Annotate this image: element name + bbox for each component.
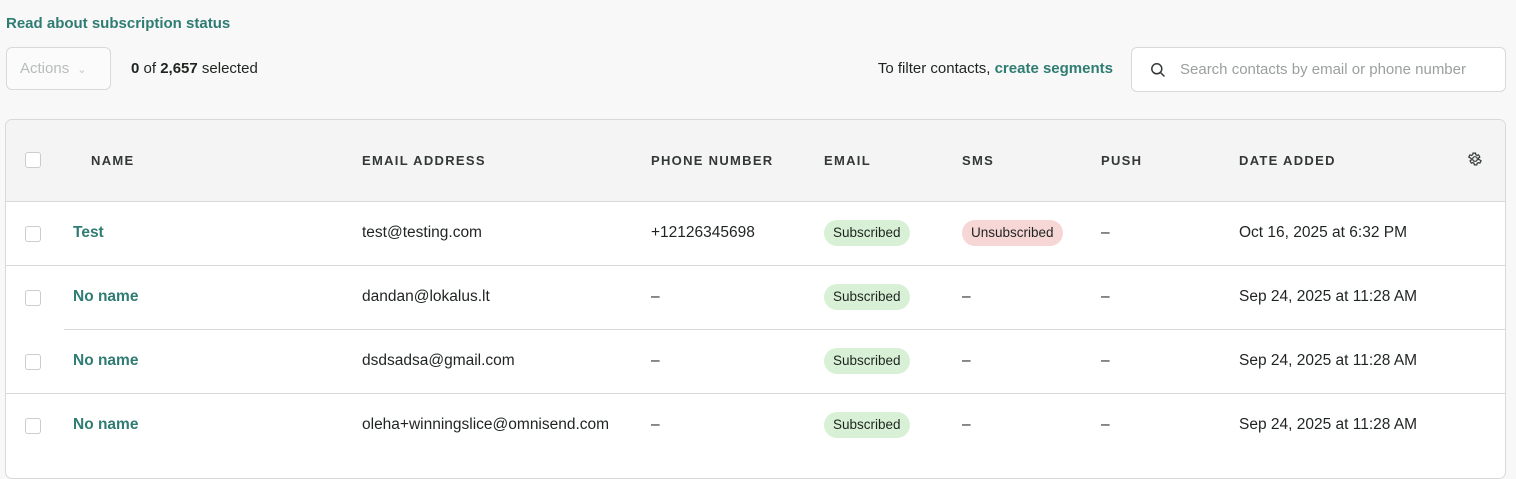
contact-name[interactable]: No name xyxy=(73,416,138,434)
contact-phone: – xyxy=(651,288,660,305)
column-header-sms[interactable]: SMS xyxy=(962,153,994,168)
search-input[interactable] xyxy=(1178,60,1502,79)
date-added: Sep 24, 2025 at 11:28 AM xyxy=(1239,288,1418,305)
contact-phone: – xyxy=(651,416,660,433)
email-status-badge: Subscribed xyxy=(824,220,910,246)
contact-email: dandan@lokalus.lt xyxy=(362,288,490,305)
column-header-push[interactable]: PUSH xyxy=(1101,153,1142,168)
actions-label: Actions xyxy=(20,60,70,77)
table-row[interactable]: No name dsdsadsa@gmail.com – Subscribed … xyxy=(6,330,1505,393)
row-checkbox[interactable] xyxy=(25,418,41,434)
chevron-down-icon: ⌄ xyxy=(77,64,87,76)
gear-icon[interactable] xyxy=(1467,151,1483,167)
row-checkbox[interactable] xyxy=(25,226,41,242)
row-checkbox[interactable] xyxy=(25,290,41,306)
date-added: Oct 16, 2025 at 6:32 PM xyxy=(1239,224,1408,241)
push-status: – xyxy=(1101,352,1110,369)
sms-status: – xyxy=(962,352,971,369)
column-header-date-added[interactable]: DATE ADDED xyxy=(1239,153,1336,168)
contact-phone: +12126345698 xyxy=(651,224,755,241)
selected-of: of xyxy=(139,60,161,77)
contact-name[interactable]: Test xyxy=(73,224,104,242)
sms-status-badge: Unsubscribed xyxy=(962,220,1063,246)
filter-hint: To filter contacts, create segments xyxy=(878,60,1113,77)
contact-email: dsdsadsa@gmail.com xyxy=(362,352,515,369)
email-status-badge: Subscribed xyxy=(824,348,910,374)
contacts-table: NAME EMAIL ADDRESS PHONE NUMBER EMAIL SM… xyxy=(5,119,1506,479)
sms-status: – xyxy=(962,416,971,433)
push-status: – xyxy=(1101,416,1110,433)
total-number: 2,657 xyxy=(160,60,198,77)
contact-name[interactable]: No name xyxy=(73,288,138,306)
sms-status: – xyxy=(962,288,971,305)
contact-name[interactable]: No name xyxy=(73,352,138,370)
contact-phone: – xyxy=(651,352,660,369)
column-header-name[interactable]: NAME xyxy=(91,153,134,168)
select-all-checkbox[interactable] xyxy=(25,152,41,168)
search-icon xyxy=(1151,62,1165,77)
table-row[interactable]: No name oleha+winningslice@omnisend.com … xyxy=(6,394,1505,457)
table-header: NAME EMAIL ADDRESS PHONE NUMBER EMAIL SM… xyxy=(6,120,1505,202)
column-header-email[interactable]: EMAIL xyxy=(824,153,871,168)
actions-dropdown[interactable]: Actions ⌄ xyxy=(6,47,111,90)
email-status-badge: Subscribed xyxy=(824,284,910,310)
create-segments-link[interactable]: create segments xyxy=(995,60,1113,77)
read-subscription-status-link[interactable]: Read about subscription status xyxy=(6,15,230,32)
row-checkbox[interactable] xyxy=(25,354,41,370)
table-row[interactable]: No name dandan@lokalus.lt – Subscribed –… xyxy=(6,266,1505,329)
search-box[interactable] xyxy=(1131,47,1506,92)
table-row[interactable]: Test test@testing.com +12126345698 Subsc… xyxy=(6,202,1505,265)
contact-email: oleha+winningslice@omnisend.com xyxy=(362,416,610,433)
selection-count: 0 of 2,657 selected xyxy=(131,60,258,77)
push-status: – xyxy=(1101,288,1110,305)
contact-email: test@testing.com xyxy=(362,224,482,241)
push-status: – xyxy=(1101,224,1110,241)
column-header-email-address[interactable]: EMAIL ADDRESS xyxy=(362,153,486,168)
date-added: Sep 24, 2025 at 11:28 AM xyxy=(1239,416,1418,433)
date-added: Sep 24, 2025 at 11:28 AM xyxy=(1239,352,1418,369)
email-status-badge: Subscribed xyxy=(824,412,910,438)
column-header-phone-number[interactable]: PHONE NUMBER xyxy=(651,153,774,168)
filter-prefix: To filter contacts, xyxy=(877,60,995,77)
selected-suffix: selected xyxy=(197,60,258,77)
